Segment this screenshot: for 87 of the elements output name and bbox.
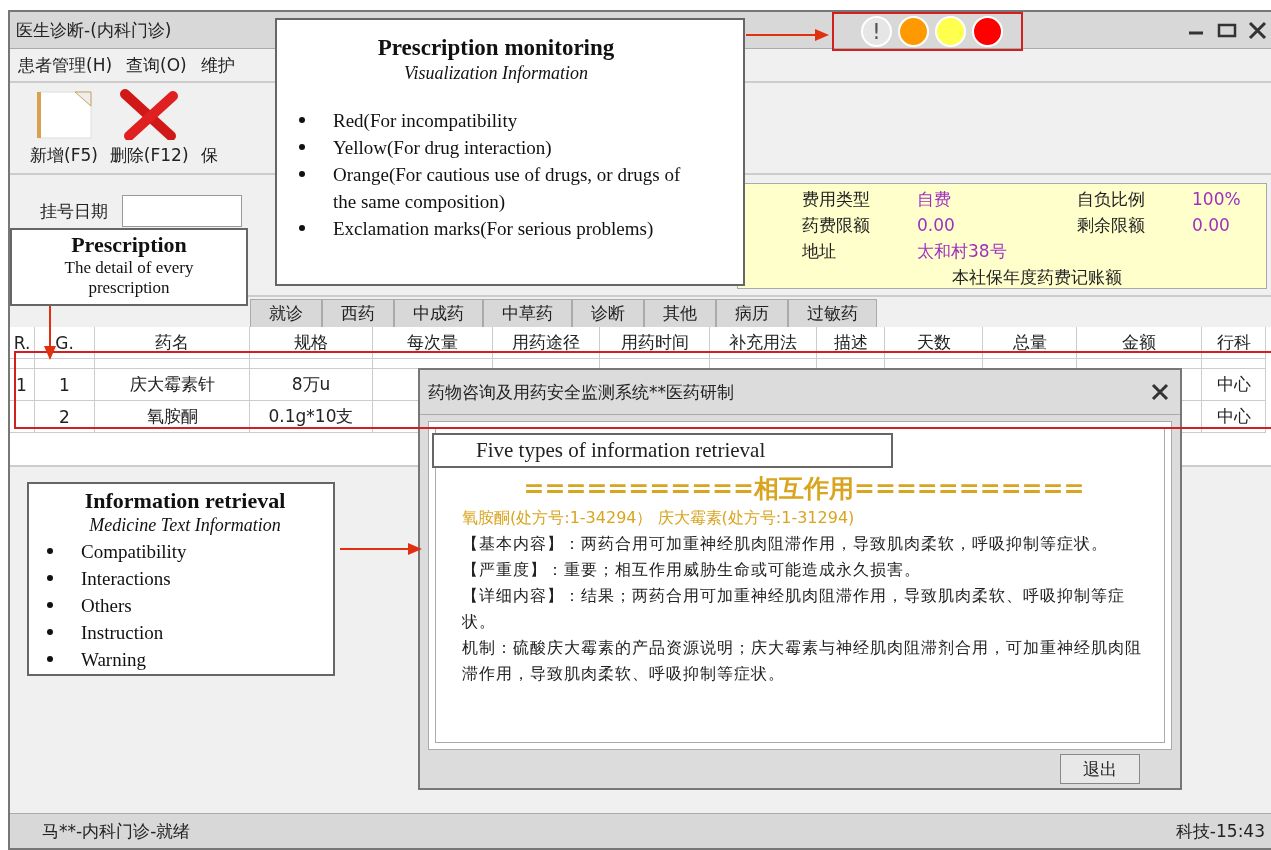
section-heading: ===========相互作用===========	[522, 475, 1086, 503]
exit-button[interactable]: 退出	[1060, 754, 1140, 784]
info-value: 100%	[1192, 189, 1242, 209]
arrow	[44, 305, 56, 360]
tab[interactable]: 西药	[322, 299, 394, 327]
bullet-text: Red(For incompatibility	[333, 109, 518, 133]
dialog-title: 药物咨询及用药安全监测系统**医药研制	[428, 380, 734, 404]
tab[interactable]: 中草药	[483, 299, 572, 327]
table-cell	[35, 359, 95, 369]
field-label: 挂号日期	[40, 199, 108, 223]
info-label: 剩余限额	[1077, 213, 1146, 237]
column-header: 行科	[1202, 327, 1266, 359]
table-cell	[1202, 359, 1266, 369]
callout-title: Prescription monitoring	[377, 34, 615, 62]
column-header: 用药途径	[493, 327, 600, 359]
toolbar-button[interactable]: 新增(F5)	[30, 90, 98, 167]
info-label: 费用类型	[802, 187, 871, 211]
bullet-text: Orange(For cautious use of drugs, or drugs of the same composition)	[333, 163, 682, 214]
bullet-text: Compatibility	[81, 539, 187, 564]
column-header: 描述	[817, 327, 885, 359]
table-cell: 1	[35, 369, 95, 401]
info-note: 本社保年度药费记账额	[951, 265, 1123, 289]
menu-item[interactable]: 维护	[200, 53, 235, 77]
interaction-paragraph: 【详细内容】：结果；两药合用可加重神经肌肉阻滞作用，导致肌肉柔软、呼吸抑制等症状。	[462, 585, 1126, 633]
tab[interactable]: 病历	[716, 299, 788, 327]
column-header: 用药时间	[600, 327, 710, 359]
drug-pair-line: 氧胺酮(处方号:1-34294） 庆大霉素(处方号:1-31294)	[462, 507, 856, 529]
bullet-icon	[47, 629, 53, 636]
bullet-icon	[299, 225, 305, 232]
toolbar-button[interactable]: 保	[200, 144, 218, 167]
bullet-icon	[299, 144, 305, 151]
menu-item[interactable]: 患者管理(H)	[18, 53, 113, 77]
menu-item[interactable]: 查询(O)	[126, 53, 187, 77]
bullet-text: Exclamation marks(For serious problems)	[333, 217, 654, 241]
callout-title: Information retrieval	[84, 488, 286, 515]
close-icon[interactable]	[1247, 20, 1267, 40]
bullet-icon	[47, 548, 53, 555]
bullet-icon	[299, 117, 305, 124]
status-text: 马**-内科门诊-就绪	[42, 819, 191, 843]
info-label: 药费限额	[802, 213, 871, 237]
info-label: 自负比例	[1077, 187, 1146, 211]
column-header: 每次量	[373, 327, 493, 359]
table-cell: 中心	[1202, 369, 1266, 401]
table-cell: 庆大霉素针	[95, 369, 250, 401]
tab[interactable]: 中成药	[394, 299, 483, 327]
table-cell	[10, 359, 35, 369]
bullet-icon	[47, 656, 53, 663]
bullet-text: Instruction	[81, 620, 164, 645]
callout-subtitle: Medicine Text Information	[89, 514, 281, 538]
tab[interactable]: 就诊	[250, 299, 322, 327]
info-value: 自费	[917, 187, 952, 211]
column-header: 总量	[983, 327, 1077, 359]
date-input-field[interactable]	[122, 195, 242, 227]
document-icon	[34, 90, 93, 140]
info-label: 地址	[802, 239, 837, 263]
status-time: 科技-15:43	[1175, 819, 1265, 843]
table-cell: 8万u	[250, 369, 373, 401]
info-value: 太和村38号	[917, 239, 1008, 263]
tab[interactable]: 过敏药	[788, 299, 877, 327]
interaction-paragraph: 机制：硫酸庆大霉素的产品资源说明；庆大霉素与神经肌肉阻滞剂合用，可加重神经肌肉阻滞作用，导致肌肉柔软、呼吸抑制等症状。	[462, 637, 1143, 685]
bullet-text: Warning	[81, 647, 146, 672]
info-value: 0.00	[1192, 215, 1231, 235]
info-value: 0.00	[917, 215, 956, 235]
window-title: 医生诊断-(内科门诊)	[16, 18, 172, 42]
toolbar-button[interactable]: 删除(F12)	[109, 88, 189, 167]
column-header: 药名	[95, 327, 250, 359]
bullet-icon	[299, 171, 305, 178]
callout-description: The detail of every prescription	[63, 258, 195, 299]
column-header: 天数	[885, 327, 983, 359]
callout-subtitle: Visualization Information	[403, 61, 589, 85]
tab[interactable]: 诊断	[572, 299, 644, 327]
tab[interactable]: 其他	[644, 299, 716, 327]
column-header: 金额	[1077, 327, 1202, 359]
close-icon[interactable]	[1150, 382, 1170, 402]
bullet-icon	[47, 575, 53, 582]
table-cell: 1	[10, 369, 35, 401]
column-header: 补充用法	[710, 327, 817, 359]
callout-title: Prescription	[71, 232, 187, 259]
column-header: R.	[10, 327, 35, 359]
interaction-paragraph: 【严重度】：重要；相互作用威胁生命或可能造成永久损害。	[462, 559, 922, 581]
bullet-text: Interactions	[81, 566, 171, 591]
bullet-text: Others	[81, 593, 132, 618]
bullet-text: Yellow(For drug interaction)	[333, 136, 552, 160]
bullet-icon	[47, 602, 53, 609]
interaction-paragraph: 【基本内容】：两药合用可加重神经肌肉阻滞作用，导致肌肉柔软，呼吸抑制等症状。	[462, 533, 1109, 555]
column-header: 规格	[250, 327, 373, 359]
callout-label: Five types of information retrieval	[432, 433, 893, 468]
